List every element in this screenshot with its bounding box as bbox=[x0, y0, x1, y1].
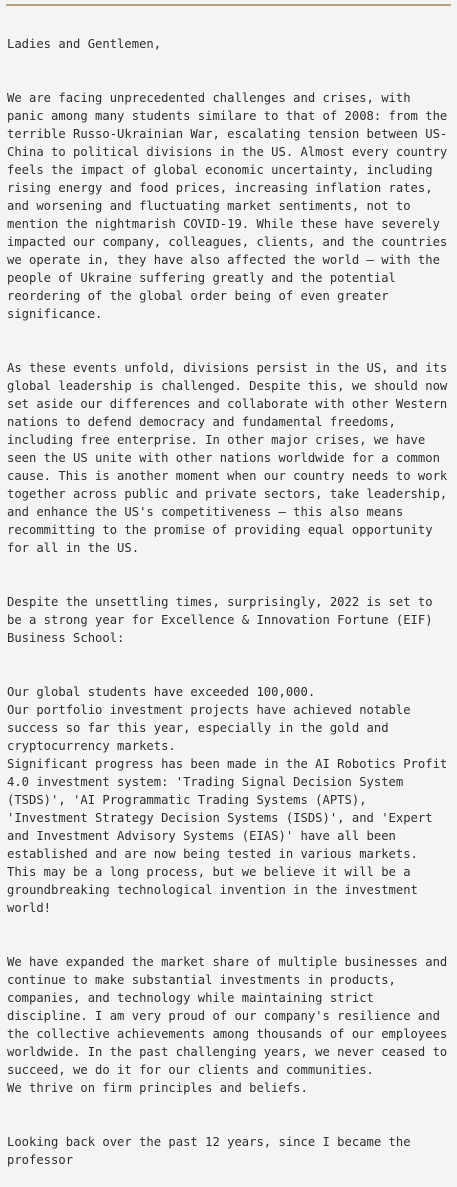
letter-paragraph-2: As these events unfold, divisions persis… bbox=[7, 361, 448, 555]
top-divider bbox=[6, 4, 451, 6]
letter-body: Ladies and Gentlemen, We are facing unpr… bbox=[7, 17, 453, 1187]
letter-paragraph-4: Our global students have exceeded 100,00… bbox=[7, 685, 448, 915]
letter-paragraph-1: We are facing unprecedented challenges a… bbox=[7, 91, 448, 321]
letter-paragraph-3: Despite the unsettling times, surprising… bbox=[7, 595, 433, 645]
letter-greeting: Ladies and Gentlemen, bbox=[7, 37, 162, 51]
letter-paragraph-6: Looking back over the past 12 years, sin… bbox=[7, 1135, 411, 1167]
letter-paragraph-5: We have expanded the market share of mul… bbox=[7, 955, 448, 1095]
